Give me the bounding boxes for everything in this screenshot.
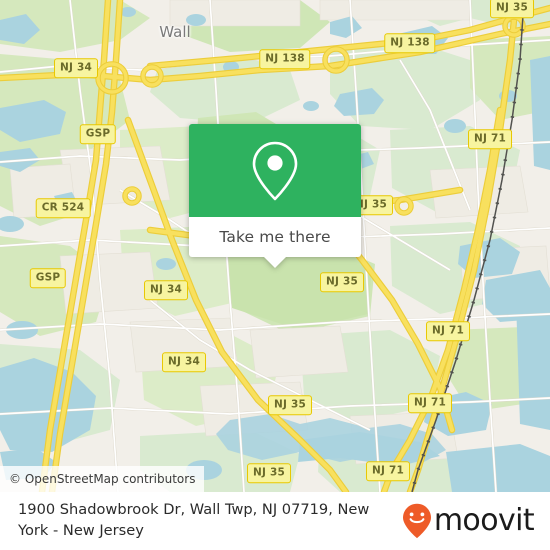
road-shield: CR 524 xyxy=(35,198,91,218)
road-shield: NJ 35 xyxy=(247,463,291,483)
road-shield: NJ 71 xyxy=(426,321,470,341)
footer-bar: 1900 Shadowbrook Dr, Wall Twp, NJ 07719,… xyxy=(0,492,550,550)
attribution-text: © OpenStreetMap contributors xyxy=(9,472,196,486)
map-attribution[interactable]: © OpenStreetMap contributors xyxy=(0,466,205,492)
road-shield: GSP xyxy=(29,268,67,288)
callout-pin-area xyxy=(189,124,361,217)
road-shield: NJ 71 xyxy=(468,129,512,149)
road-shield: NJ 35 xyxy=(490,0,534,18)
road-shield: GSP xyxy=(79,124,117,144)
callout-tail-pointer xyxy=(263,256,287,268)
address-text: 1900 Shadowbrook Dr, Wall Twp, NJ 07719,… xyxy=(18,501,370,539)
road-shield: NJ 35 xyxy=(268,395,312,415)
road-shield: NJ 71 xyxy=(408,393,452,413)
take-me-there-button[interactable]: Take me there xyxy=(189,217,361,268)
moovit-logo[interactable]: moovit xyxy=(402,503,535,539)
road-shield: NJ 34 xyxy=(54,58,98,78)
map-screenshot: Wall NJ 35 NJ 138 NJ 138 NJ 34 GSP NJ 71… xyxy=(0,0,550,550)
road-shield: NJ 35 xyxy=(320,272,364,292)
road-shield: NJ 138 xyxy=(384,33,436,53)
take-me-there-label: Take me there xyxy=(219,228,331,246)
map-pin-icon xyxy=(252,141,298,200)
place-label-wall: Wall xyxy=(159,23,191,41)
road-shield: NJ 34 xyxy=(144,280,188,300)
road-shield: NJ 71 xyxy=(366,461,410,481)
map-canvas[interactable]: Wall NJ 35 NJ 138 NJ 138 NJ 34 GSP NJ 71… xyxy=(0,0,550,492)
location-callout-card[interactable]: Take me there xyxy=(189,124,361,268)
moovit-smiley-pin-icon xyxy=(402,503,431,539)
moovit-wordmark: moovit xyxy=(433,503,535,538)
road-shield: NJ 138 xyxy=(259,49,311,69)
road-shield: NJ 34 xyxy=(162,352,206,372)
